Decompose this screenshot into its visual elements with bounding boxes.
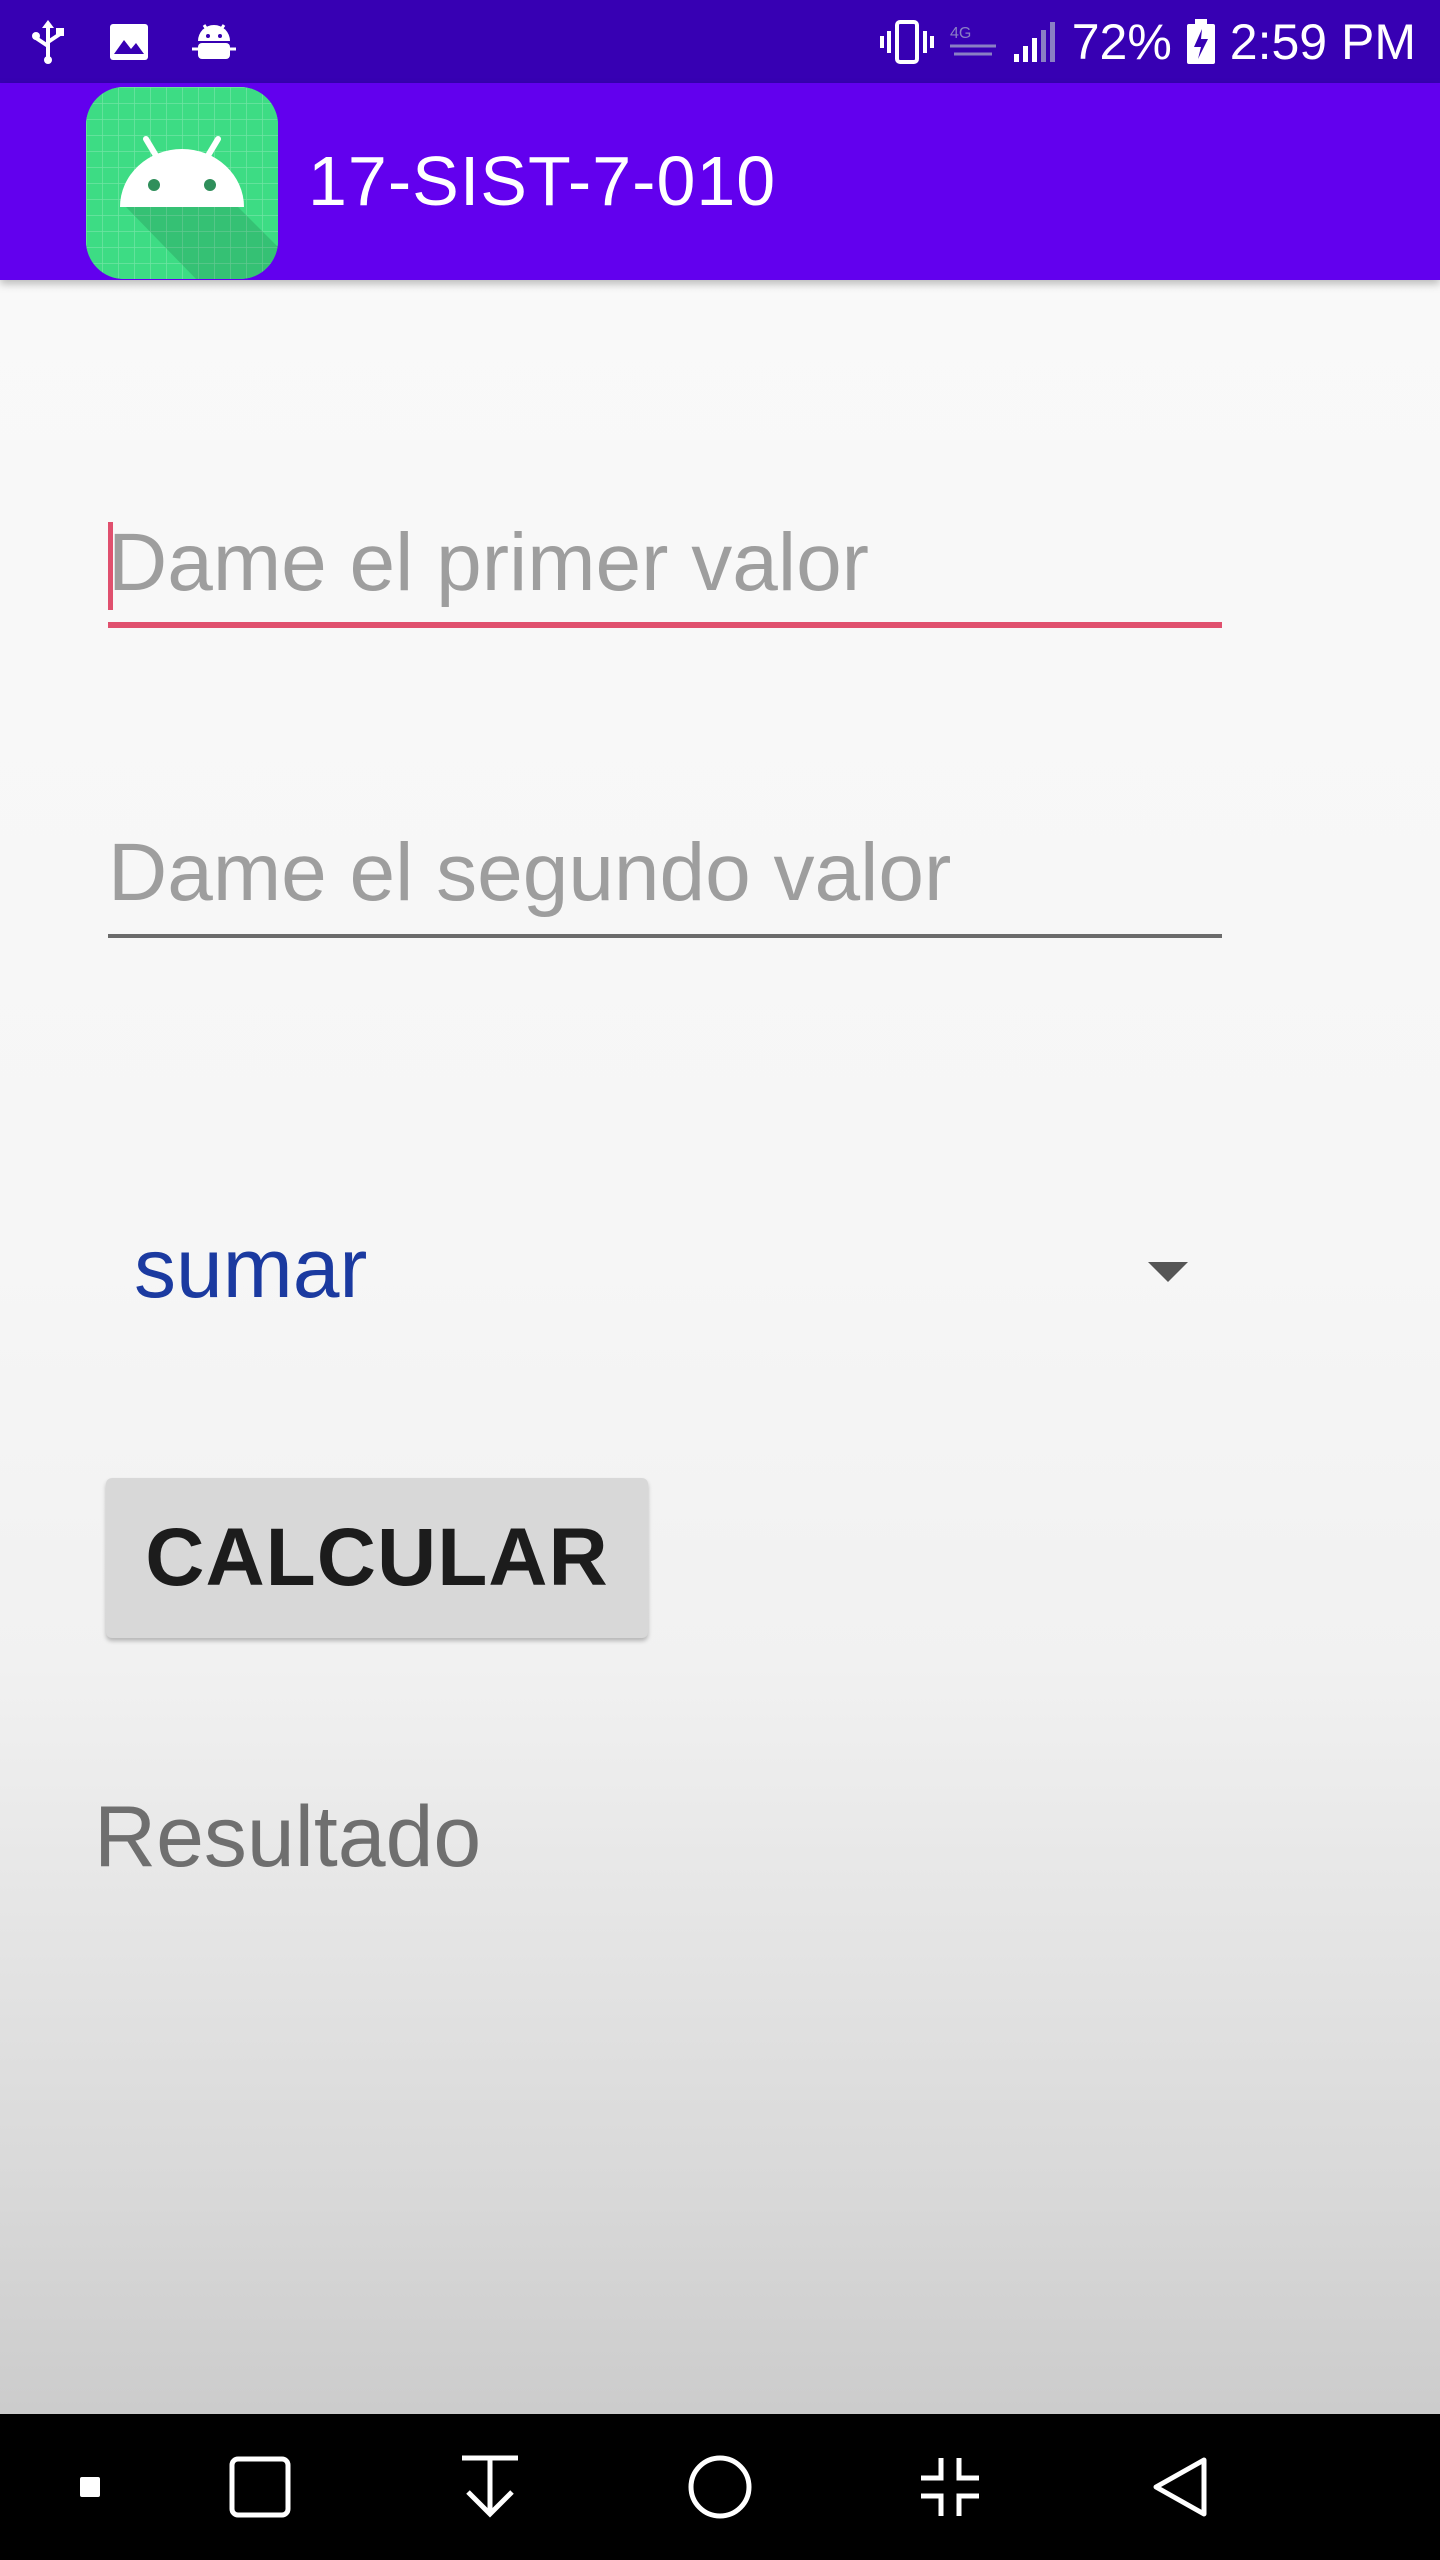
first-value-underline	[108, 622, 1222, 628]
navigation-bar	[0, 2414, 1440, 2560]
app-title: 17-SIST-7-010	[308, 142, 777, 220]
back-icon[interactable]	[1130, 2414, 1230, 2560]
lte-icon: 4G	[948, 20, 998, 64]
image-icon	[108, 22, 150, 62]
usb-icon	[30, 19, 66, 64]
operation-spinner[interactable]: sumar	[108, 1190, 1198, 1340]
download-icon[interactable]	[440, 2414, 540, 2560]
result-label: Resultado	[94, 1789, 482, 1885]
collapse-icon[interactable]	[900, 2414, 1000, 2560]
second-value-input[interactable]	[108, 818, 1222, 928]
first-value-field[interactable]	[108, 508, 1222, 628]
dropdown-arrow-icon	[1148, 1262, 1188, 1282]
vibrate-icon	[879, 19, 934, 65]
main-content: sumar CALCULAR Resultado	[0, 280, 1440, 2414]
status-time: 2:59 PM	[1229, 13, 1416, 70]
android-debug-icon	[192, 21, 236, 63]
status-right-icons: 4G 72% 2:59 PM	[879, 0, 1416, 83]
second-value-field[interactable]	[108, 818, 1222, 938]
first-value-input[interactable]	[108, 508, 1222, 618]
dot-icon[interactable]	[60, 2414, 120, 2560]
battery-percent: 72%	[1071, 13, 1172, 70]
operation-selected: sumar	[134, 1221, 368, 1315]
text-cursor	[108, 522, 113, 610]
battery-icon	[1186, 18, 1216, 65]
status-left-icons	[30, 0, 236, 83]
calculate-button[interactable]: CALCULAR	[106, 1478, 648, 1638]
svg-text:4G: 4G	[950, 25, 971, 42]
status-bar: 4G 72% 2:59 PM	[0, 0, 1440, 83]
home-icon[interactable]	[670, 2414, 770, 2560]
second-value-underline	[108, 934, 1222, 938]
android-icon	[86, 87, 278, 279]
app-bar: 17-SIST-7-010	[0, 83, 1440, 280]
recents-icon[interactable]	[210, 2414, 310, 2560]
signal-icon	[1012, 20, 1058, 64]
